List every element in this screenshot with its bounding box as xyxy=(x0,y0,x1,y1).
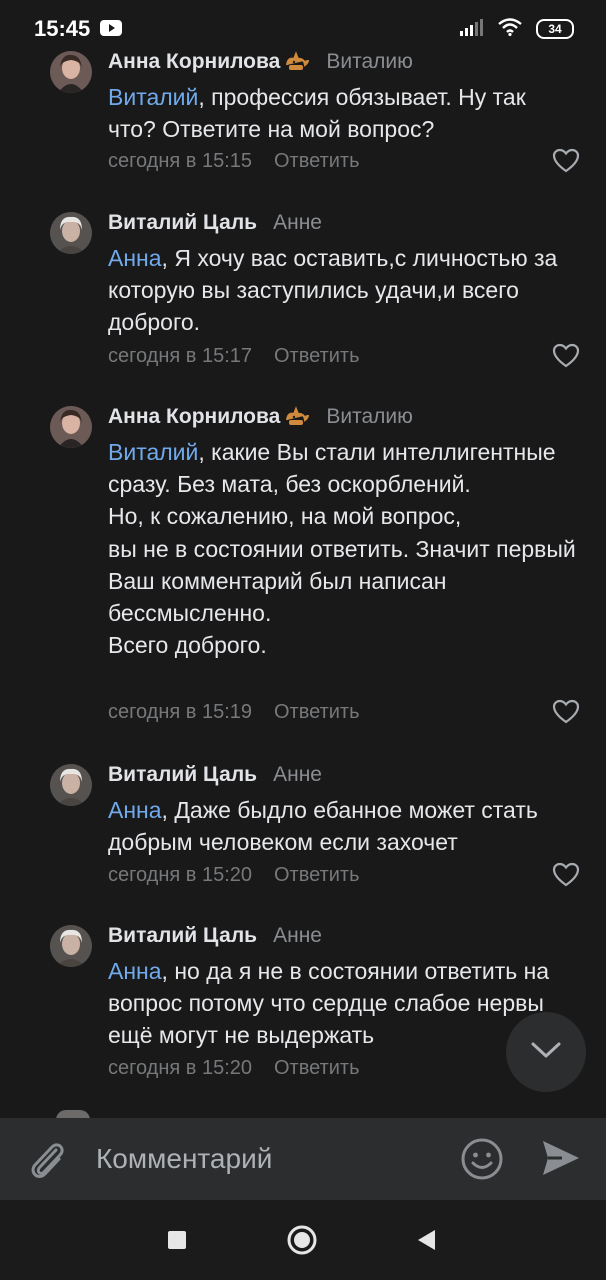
comment-time: сегодня в 15:15 xyxy=(108,150,252,172)
comment-body: , Я хочу вас оставить,с личностью за кот… xyxy=(108,245,558,336)
avatar[interactable] xyxy=(50,764,92,806)
avatar[interactable] xyxy=(50,212,92,254)
youtube-icon xyxy=(100,16,123,42)
author-name[interactable]: Анна Корнилова xyxy=(108,50,280,74)
heart-icon[interactable] xyxy=(552,862,580,888)
reply-button[interactable]: Ответить xyxy=(274,701,360,724)
comment-text: Анна, Я хочу вас оставить,с личностью за… xyxy=(108,242,578,339)
reply-button[interactable]: Ответить xyxy=(274,864,360,887)
chevron-down-icon xyxy=(530,1040,562,1065)
mention-link[interactable]: Анна xyxy=(108,958,162,984)
reply-button[interactable]: Ответить xyxy=(274,150,360,173)
status-time: 15:45 xyxy=(34,16,91,41)
scroll-down-button[interactable] xyxy=(506,1012,586,1092)
status-right: 34 xyxy=(460,17,574,41)
heart-icon[interactable] xyxy=(552,343,580,369)
paperclip-icon[interactable] xyxy=(26,1136,68,1182)
battery-indicator: 34 xyxy=(536,19,574,39)
system-nav-bar xyxy=(0,1200,606,1280)
reply-to-name[interactable]: Анне xyxy=(273,211,322,235)
comment-meta: сегодня в 15:15 Ответить xyxy=(108,150,360,173)
comment-time: сегодня в 15:19 xyxy=(108,701,252,723)
home-icon[interactable] xyxy=(286,1224,318,1261)
cat-emoji-icon xyxy=(284,51,310,73)
comment-body: , но да я не в состоянии ответить на воп… xyxy=(108,958,550,1049)
wifi-icon xyxy=(498,17,522,41)
heart-icon[interactable] xyxy=(552,699,580,725)
avatar[interactable] xyxy=(50,925,92,967)
heart-icon[interactable] xyxy=(552,148,580,174)
comment-header: Виталий Цаль Анне xyxy=(108,211,322,235)
author-name[interactable]: Анна Корнилова xyxy=(108,405,280,429)
comment-composer xyxy=(0,1118,606,1200)
cat-emoji-icon xyxy=(284,406,310,428)
avatar[interactable] xyxy=(50,406,92,448)
reply-to-name[interactable]: Виталию xyxy=(326,405,413,429)
author-name[interactable]: Виталий Цаль xyxy=(108,924,257,948)
mention-link[interactable]: Виталий xyxy=(108,439,198,465)
reply-to-name[interactable]: Анне xyxy=(273,763,322,787)
comment-body: , Даже быдло ебанное может стать добрым … xyxy=(108,797,538,856)
signal-icon xyxy=(460,18,484,41)
reply-to-name[interactable]: Виталию xyxy=(326,50,413,74)
status-left: 15:45 xyxy=(34,16,123,42)
comment-header: Анна Корнилова Виталию xyxy=(108,50,413,74)
author-name[interactable]: Виталий Цаль xyxy=(108,211,257,235)
comment-input[interactable] xyxy=(96,1140,436,1178)
back-icon[interactable] xyxy=(415,1228,437,1257)
comment-meta: сегодня в 15:19 Ответить xyxy=(108,701,360,724)
reply-button[interactable]: Ответить xyxy=(274,345,360,368)
comment-meta: сегодня в 15:20 Ответить xyxy=(108,864,360,887)
mention-link[interactable]: Анна xyxy=(108,245,162,271)
comment-header: Анна Корнилова Виталию xyxy=(108,405,413,429)
comments-feed[interactable]: Анна Корнилова Виталию Виталий, професси… xyxy=(0,44,606,1118)
comment-body: , какие Вы стали интеллигентные сразу. Б… xyxy=(108,439,576,659)
comment-time: сегодня в 15:20 xyxy=(108,1057,252,1079)
smile-icon[interactable] xyxy=(460,1137,504,1181)
comment-header: Виталий Цаль Анне xyxy=(108,763,322,787)
reply-to-name[interactable]: Анне xyxy=(273,924,322,948)
recents-icon[interactable] xyxy=(167,1230,187,1255)
comment-time: сегодня в 15:17 xyxy=(108,345,252,367)
avatar[interactable] xyxy=(50,51,92,93)
send-icon[interactable] xyxy=(540,1138,582,1178)
comment-meta: сегодня в 15:20 Ответить xyxy=(108,1057,360,1080)
comment-text: Виталий, профессия обязывает. Ну так что… xyxy=(108,81,578,145)
comment-text: Анна, Даже быдло ебанное может стать доб… xyxy=(108,794,578,858)
mention-link[interactable]: Виталий xyxy=(108,84,198,110)
author-name[interactable]: Виталий Цаль xyxy=(108,763,257,787)
reply-button[interactable]: Ответить xyxy=(274,1057,360,1080)
comment-meta: сегодня в 15:17 Ответить xyxy=(108,345,360,368)
comment-text: Виталий, какие Вы стали интеллигентные с… xyxy=(108,436,578,661)
comment-time: сегодня в 15:20 xyxy=(108,864,252,886)
mention-link[interactable]: Анна xyxy=(108,797,162,823)
comment-header: Виталий Цаль Анне xyxy=(108,924,322,948)
